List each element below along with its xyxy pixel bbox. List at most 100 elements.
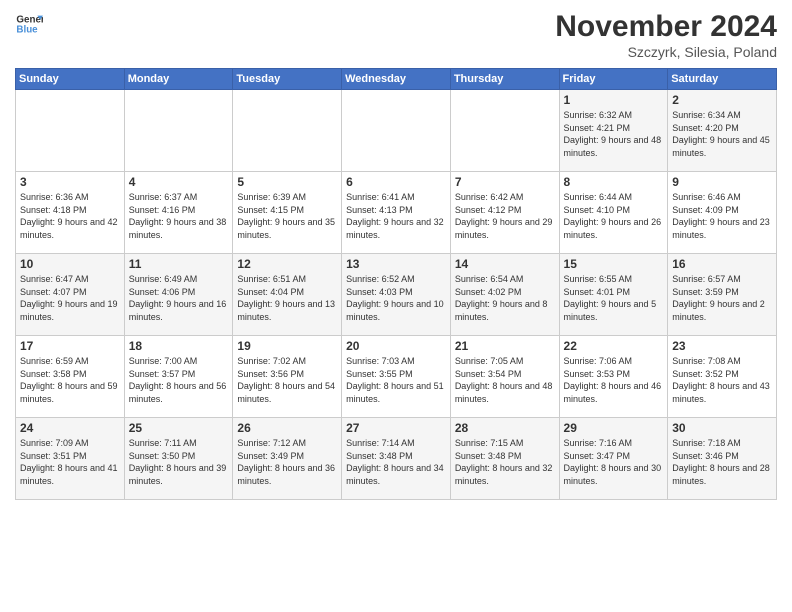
day-info: Sunrise: 7:15 AM Sunset: 3:48 PM Dayligh… <box>455 437 555 487</box>
calendar-cell: 14Sunrise: 6:54 AM Sunset: 4:02 PM Dayli… <box>450 254 559 336</box>
day-info: Sunrise: 6:36 AM Sunset: 4:18 PM Dayligh… <box>20 191 120 241</box>
day-number: 7 <box>455 175 555 189</box>
calendar-week-row: 1 Sunrise: 6:32 AM Sunset: 4:21 PM Daylig… <box>16 90 777 172</box>
day-info: Sunrise: 6:32 AM Sunset: 4:21 PM Dayligh… <box>564 109 664 159</box>
calendar-week-row: 17Sunrise: 6:59 AM Sunset: 3:58 PM Dayli… <box>16 336 777 418</box>
calendar-cell: 22Sunrise: 7:06 AM Sunset: 3:53 PM Dayli… <box>559 336 668 418</box>
calendar-header-row: SundayMondayTuesdayWednesdayThursdayFrid… <box>16 69 777 90</box>
day-number: 25 <box>129 421 229 435</box>
day-number: 22 <box>564 339 664 353</box>
calendar-cell: 1 Sunrise: 6:32 AM Sunset: 4:21 PM Daylig… <box>559 90 668 172</box>
calendar-cell: 15 Sunrise: 6:55 AM Sunset: 4:01 PM Dayli… <box>559 254 668 336</box>
calendar-cell: 10 Sunrise: 6:47 AM Sunset: 4:07 PM Dayli… <box>16 254 125 336</box>
calendar-cell: 16 Sunrise: 6:57 AM Sunset: 3:59 PM Dayli… <box>668 254 777 336</box>
day-number: 19 <box>237 339 337 353</box>
calendar-week-row: 24 Sunrise: 7:09 AM Sunset: 3:51 PM Dayli… <box>16 418 777 500</box>
calendar-cell <box>16 90 125 172</box>
day-info: Sunrise: 7:11 AM Sunset: 3:50 PM Dayligh… <box>129 437 229 487</box>
day-number: 26 <box>237 421 337 435</box>
day-info: Sunrise: 7:03 AM Sunset: 3:55 PM Dayligh… <box>346 355 446 405</box>
calendar-cell: 11Sunrise: 6:49 AM Sunset: 4:06 PM Dayli… <box>124 254 233 336</box>
day-number: 18 <box>129 339 229 353</box>
day-number: 16 <box>672 257 772 271</box>
day-info: Sunrise: 6:42 AM Sunset: 4:12 PM Dayligh… <box>455 191 555 241</box>
calendar-week-row: 10 Sunrise: 6:47 AM Sunset: 4:07 PM Dayli… <box>16 254 777 336</box>
weekday-header: Friday <box>559 69 668 90</box>
calendar-cell: 18 Sunrise: 7:00 AM Sunset: 3:57 PM Dayli… <box>124 336 233 418</box>
calendar-cell: 19 Sunrise: 7:02 AM Sunset: 3:56 PM Dayli… <box>233 336 342 418</box>
calendar-week-row: 3 Sunrise: 6:36 AM Sunset: 4:18 PM Daylig… <box>16 172 777 254</box>
calendar-cell: 17Sunrise: 6:59 AM Sunset: 3:58 PM Dayli… <box>16 336 125 418</box>
weekday-header: Sunday <box>16 69 125 90</box>
day-info: Sunrise: 7:05 AM Sunset: 3:54 PM Dayligh… <box>455 355 555 405</box>
calendar-cell: 27Sunrise: 7:14 AM Sunset: 3:48 PM Dayli… <box>342 418 451 500</box>
logo-icon: General Blue <box>15 10 43 38</box>
day-info: Sunrise: 6:34 AM Sunset: 4:20 PM Dayligh… <box>672 109 772 159</box>
day-number: 12 <box>237 257 337 271</box>
calendar-cell <box>342 90 451 172</box>
day-info: Sunrise: 6:52 AM Sunset: 4:03 PM Dayligh… <box>346 273 446 323</box>
day-info: Sunrise: 6:51 AM Sunset: 4:04 PM Dayligh… <box>237 273 337 323</box>
calendar-cell <box>124 90 233 172</box>
day-info: Sunrise: 7:09 AM Sunset: 3:51 PM Dayligh… <box>20 437 120 487</box>
weekday-header: Thursday <box>450 69 559 90</box>
weekday-header: Wednesday <box>342 69 451 90</box>
title-block: November 2024 Szczyrk, Silesia, Poland <box>555 10 777 60</box>
day-info: Sunrise: 7:18 AM Sunset: 3:46 PM Dayligh… <box>672 437 772 487</box>
day-number: 3 <box>20 175 120 189</box>
calendar-cell: 8 Sunrise: 6:44 AM Sunset: 4:10 PM Daylig… <box>559 172 668 254</box>
weekday-header: Saturday <box>668 69 777 90</box>
day-number: 30 <box>672 421 772 435</box>
day-info: Sunrise: 7:02 AM Sunset: 3:56 PM Dayligh… <box>237 355 337 405</box>
day-info: Sunrise: 6:57 AM Sunset: 3:59 PM Dayligh… <box>672 273 772 323</box>
day-number: 23 <box>672 339 772 353</box>
day-number: 6 <box>346 175 446 189</box>
calendar-cell <box>450 90 559 172</box>
day-info: Sunrise: 6:41 AM Sunset: 4:13 PM Dayligh… <box>346 191 446 241</box>
calendar-cell: 12 Sunrise: 6:51 AM Sunset: 4:04 PM Dayli… <box>233 254 342 336</box>
day-info: Sunrise: 6:39 AM Sunset: 4:15 PM Dayligh… <box>237 191 337 241</box>
day-number: 24 <box>20 421 120 435</box>
calendar-cell: 20Sunrise: 7:03 AM Sunset: 3:55 PM Dayli… <box>342 336 451 418</box>
day-info: Sunrise: 7:16 AM Sunset: 3:47 PM Dayligh… <box>564 437 664 487</box>
location-subtitle: Szczyrk, Silesia, Poland <box>555 44 777 60</box>
day-number: 21 <box>455 339 555 353</box>
calendar-cell: 5 Sunrise: 6:39 AM Sunset: 4:15 PM Daylig… <box>233 172 342 254</box>
page: General Blue November 2024 Szczyrk, Sile… <box>0 0 792 612</box>
day-number: 28 <box>455 421 555 435</box>
day-info: Sunrise: 6:49 AM Sunset: 4:06 PM Dayligh… <box>129 273 229 323</box>
day-info: Sunrise: 7:12 AM Sunset: 3:49 PM Dayligh… <box>237 437 337 487</box>
day-number: 29 <box>564 421 664 435</box>
calendar-cell: 6 Sunrise: 6:41 AM Sunset: 4:13 PM Daylig… <box>342 172 451 254</box>
day-info: Sunrise: 6:44 AM Sunset: 4:10 PM Dayligh… <box>564 191 664 241</box>
month-title: November 2024 <box>555 10 777 44</box>
day-number: 14 <box>455 257 555 271</box>
day-number: 27 <box>346 421 446 435</box>
day-number: 2 <box>672 93 772 107</box>
day-info: Sunrise: 6:55 AM Sunset: 4:01 PM Dayligh… <box>564 273 664 323</box>
weekday-header: Monday <box>124 69 233 90</box>
calendar-cell: 25 Sunrise: 7:11 AM Sunset: 3:50 PM Dayli… <box>124 418 233 500</box>
day-number: 10 <box>20 257 120 271</box>
day-number: 15 <box>564 257 664 271</box>
weekday-header: Tuesday <box>233 69 342 90</box>
day-number: 1 <box>564 93 664 107</box>
day-number: 9 <box>672 175 772 189</box>
calendar-cell: 9Sunrise: 6:46 AM Sunset: 4:09 PM Daylig… <box>668 172 777 254</box>
calendar-cell: 26 Sunrise: 7:12 AM Sunset: 3:49 PM Dayli… <box>233 418 342 500</box>
day-number: 5 <box>237 175 337 189</box>
calendar-cell: 24 Sunrise: 7:09 AM Sunset: 3:51 PM Dayli… <box>16 418 125 500</box>
calendar-cell: 4Sunrise: 6:37 AM Sunset: 4:16 PM Daylig… <box>124 172 233 254</box>
calendar-cell: 23 Sunrise: 7:08 AM Sunset: 3:52 PM Dayli… <box>668 336 777 418</box>
day-number: 4 <box>129 175 229 189</box>
calendar-cell <box>233 90 342 172</box>
day-info: Sunrise: 7:08 AM Sunset: 3:52 PM Dayligh… <box>672 355 772 405</box>
calendar-cell: 30 Sunrise: 7:18 AM Sunset: 3:46 PM Dayli… <box>668 418 777 500</box>
day-number: 17 <box>20 339 120 353</box>
day-number: 8 <box>564 175 664 189</box>
calendar-cell: 13 Sunrise: 6:52 AM Sunset: 4:03 PM Dayli… <box>342 254 451 336</box>
day-info: Sunrise: 6:47 AM Sunset: 4:07 PM Dayligh… <box>20 273 120 323</box>
day-number: 13 <box>346 257 446 271</box>
day-info: Sunrise: 7:00 AM Sunset: 3:57 PM Dayligh… <box>129 355 229 405</box>
logo: General Blue <box>15 10 43 38</box>
